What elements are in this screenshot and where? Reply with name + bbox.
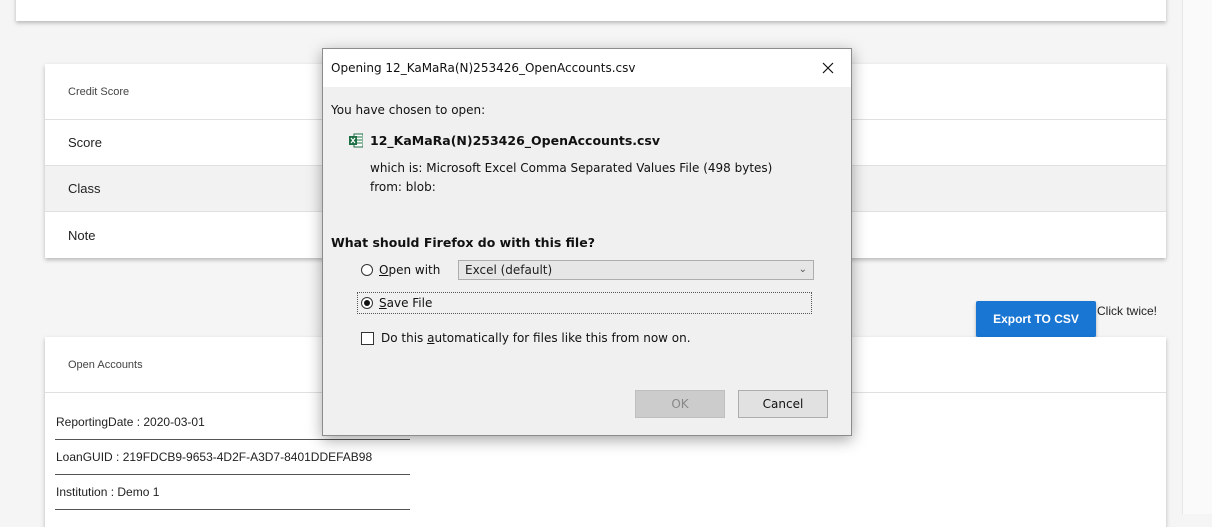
ok-button[interactable]: OK bbox=[635, 390, 725, 418]
dialog-titlebar[interactable]: Opening 12_KaMaRa(N)253426_OpenAccounts.… bbox=[323, 49, 851, 87]
auto-action-checkbox[interactable] bbox=[361, 332, 374, 345]
action-question: What should Firefox do with this file? bbox=[331, 235, 595, 250]
chevron-down-icon: ⌄ bbox=[798, 264, 807, 275]
chosen-label: You have chosen to open: bbox=[331, 103, 486, 117]
file-name: 12_KaMaRa(N)253426_OpenAccounts.csv bbox=[370, 133, 661, 148]
open-with-radio[interactable] bbox=[361, 264, 373, 276]
export-hint: Click twice! bbox=[1097, 304, 1158, 318]
cancel-button[interactable]: Cancel bbox=[738, 390, 828, 418]
file-type-info: which is: Microsoft Excel Comma Separate… bbox=[370, 161, 773, 175]
application-select[interactable]: Excel (default) ⌄ bbox=[458, 260, 814, 280]
scrollbar-track[interactable] bbox=[1182, 0, 1212, 514]
dialog-title: Opening 12_KaMaRa(N)253426_OpenAccounts.… bbox=[331, 61, 636, 75]
excel-file-icon bbox=[349, 133, 363, 148]
dialog-close-button[interactable] bbox=[815, 55, 841, 81]
auto-action-label[interactable]: Do this automatically for files like thi… bbox=[381, 331, 691, 345]
export-csv-button[interactable]: Export TO CSV bbox=[976, 301, 1096, 337]
close-icon bbox=[822, 62, 834, 74]
file-source: from: blob: bbox=[370, 180, 436, 194]
open-file-dialog: Opening 12_KaMaRa(N)253426_OpenAccounts.… bbox=[322, 48, 852, 436]
list-item: LoanGUID : 219FDCB9-9653-4D2F-A3D7-8401D… bbox=[55, 440, 410, 475]
top-card bbox=[16, 0, 1166, 21]
save-file-label[interactable]: Save File bbox=[379, 296, 432, 310]
application-select-value: Excel (default) bbox=[465, 263, 553, 277]
list-item: Institution : Demo 1 bbox=[55, 475, 410, 510]
open-with-label[interactable]: Open with bbox=[379, 263, 440, 277]
